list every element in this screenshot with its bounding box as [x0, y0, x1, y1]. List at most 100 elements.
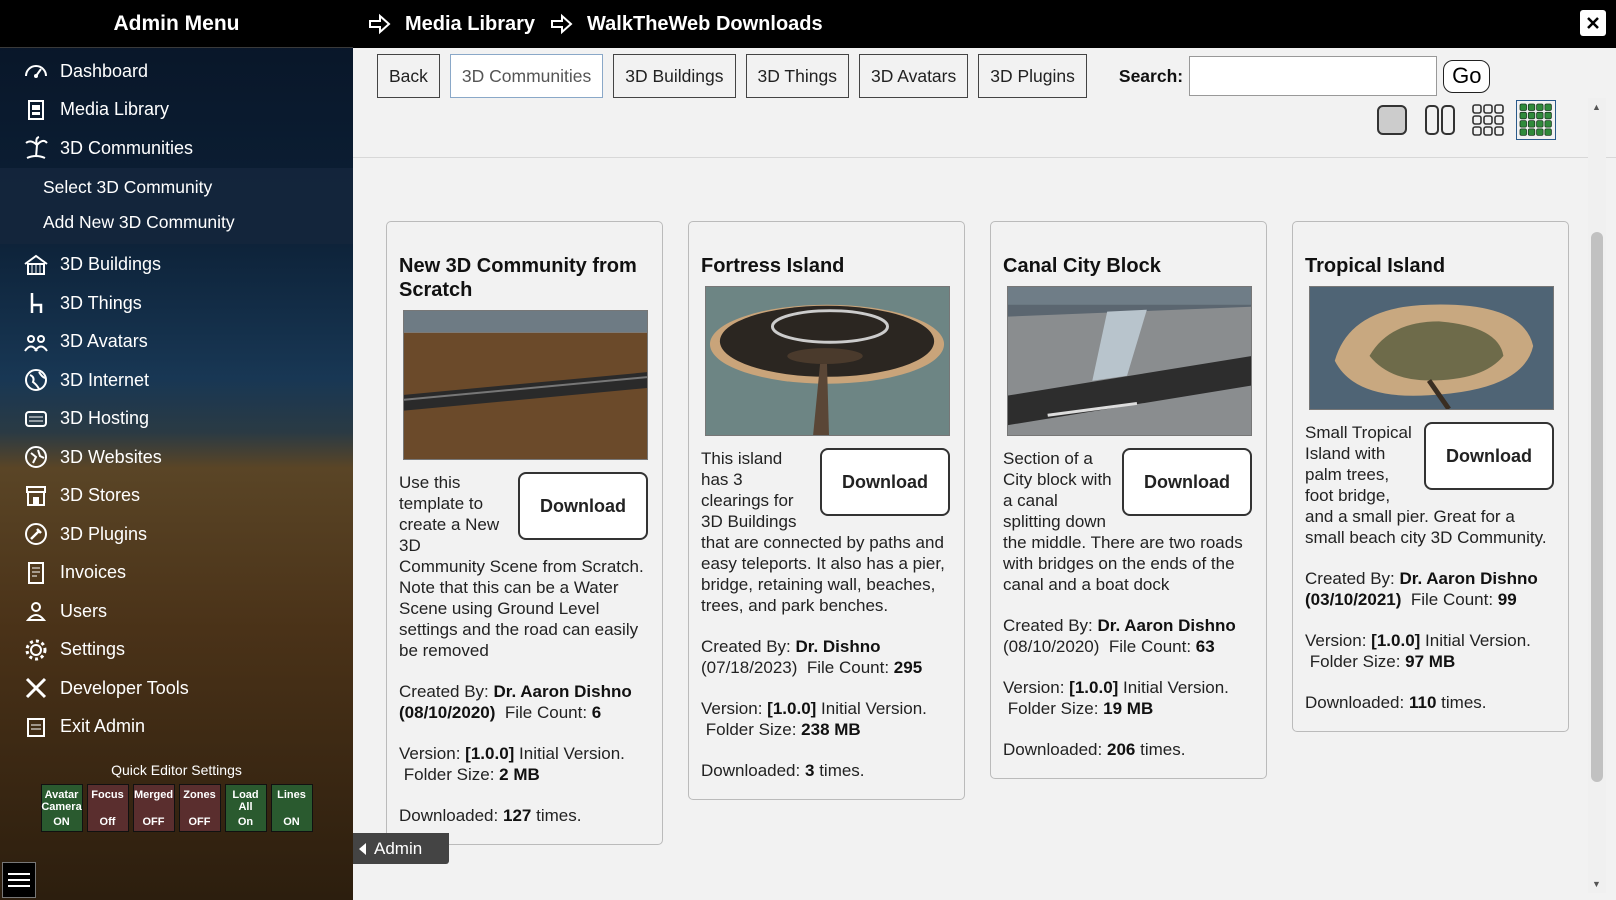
sidebar-item-label: Dashboard — [60, 60, 149, 81]
plugin-icon — [22, 520, 50, 548]
card-version: [1.0.0] — [1069, 678, 1119, 697]
scroll-up-icon[interactable]: ▲ — [1592, 102, 1601, 112]
sidebar-menu: Dashboard Media Library 3D Communities — [0, 48, 353, 168]
sidebar-item-developer-tools[interactable]: Developer Tools — [0, 669, 353, 708]
card-file-count: 99 — [1497, 590, 1517, 609]
sidebar-item-dashboard[interactable]: Dashboard — [0, 52, 353, 91]
arrow-right-icon — [369, 13, 391, 35]
quick-focus-toggle[interactable]: Focus Off — [86, 784, 129, 832]
store-icon — [22, 482, 50, 510]
tab-3d-plugins[interactable]: 3D Plugins — [978, 54, 1087, 98]
grid-cell-icon — [1519, 103, 1527, 111]
hamburger-line-icon — [8, 873, 30, 875]
sidebar-item-3d-communities[interactable]: 3D Communities — [0, 129, 353, 168]
card-date: (08/10/2020) — [399, 703, 496, 722]
sidebar-item-3d-buildings[interactable]: 3D Buildings — [0, 246, 353, 285]
hamburger-line-icon — [8, 879, 30, 881]
sidebar-item-media-library[interactable]: Media Library — [0, 91, 353, 130]
grid-cell-icon — [1527, 120, 1536, 128]
grid-4-icon — [1519, 103, 1552, 136]
tab-3d-things[interactable]: 3D Things — [745, 54, 849, 98]
communities-submenu: Select 3D Community Add New 3D Community — [0, 167, 353, 244]
view-2-column-button[interactable] — [1422, 102, 1458, 138]
go-button[interactable]: Go — [1443, 59, 1491, 93]
sidebar-item-label: 3D Stores — [60, 485, 141, 506]
sidebar-item-label: Exit Admin — [60, 716, 146, 737]
card-thumbnail[interactable] — [1309, 286, 1554, 410]
card-thumbnail[interactable] — [1007, 286, 1252, 436]
view-1-column-button[interactable] — [1374, 102, 1410, 138]
sidebar-title: Admin Menu — [0, 0, 353, 48]
card-title: Fortress Island — [701, 255, 845, 277]
sidebar-item-label: Settings — [60, 639, 126, 660]
card-thumbnail[interactable] — [403, 310, 648, 460]
sidebar-item-settings[interactable]: Settings — [0, 631, 353, 670]
sidebar-item-3d-plugins[interactable]: 3D Plugins — [0, 515, 353, 554]
globe-icon — [22, 366, 50, 394]
back-button[interactable]: Back — [377, 54, 440, 98]
sidebar-subitem-add-community[interactable]: Add New 3D Community — [0, 205, 353, 240]
library-toolbar: Back 3D Communities 3D Buildings 3D Thin… — [353, 48, 1616, 158]
grid-cell-icon — [1536, 120, 1544, 128]
card-download-count: 3 — [804, 761, 815, 780]
sidebar-item-3d-things[interactable]: 3D Things — [0, 284, 353, 323]
card-folder-size: 2 MB — [499, 765, 540, 784]
card-date: (03/10/2021) — [1305, 590, 1402, 609]
sidebar-item-3d-stores[interactable]: 3D Stores — [0, 477, 353, 516]
sidebar-item-3d-internet[interactable]: 3D Internet — [0, 361, 353, 400]
avatars-icon — [22, 328, 50, 356]
grid-cell-icon — [1544, 111, 1552, 120]
download-button[interactable]: Download — [1424, 422, 1554, 490]
admin-toggle-tab[interactable]: Admin — [353, 833, 449, 864]
download-cards: New 3D Community from Scratch Download U… — [386, 221, 1569, 845]
grid-cell-icon — [1536, 128, 1544, 136]
search-input[interactable] — [1189, 56, 1438, 96]
download-button[interactable]: Download — [518, 472, 648, 540]
view-4-column-button[interactable] — [1516, 100, 1556, 140]
close-button[interactable] — [1580, 10, 1606, 36]
download-button[interactable]: Download — [820, 448, 950, 516]
grid-cell-icon — [1536, 111, 1544, 120]
quick-merged-toggle[interactable]: Merged OFF — [132, 784, 175, 832]
sidebar-item-3d-websites[interactable]: 3D Websites — [0, 438, 353, 477]
card-version: [1.0.0] — [1371, 631, 1421, 650]
card-folder-size: 97 MB — [1405, 652, 1456, 671]
sidebar-item-3d-avatars[interactable]: 3D Avatars — [0, 323, 353, 362]
quick-lines-toggle[interactable]: Lines ON — [270, 784, 313, 832]
download-card: Canal City Block Download Section of a C… — [990, 221, 1267, 779]
exit-icon — [22, 713, 50, 741]
view-3-column-button[interactable] — [1470, 102, 1506, 138]
quick-load-all-toggle[interactable]: Load All On — [224, 784, 267, 832]
sidebar-item-3d-hosting[interactable]: 3D Hosting — [0, 400, 353, 439]
dashboard-icon — [22, 57, 50, 85]
admin-sidebar: Admin Menu Dashboard Media Library 3D Co… — [0, 0, 353, 900]
download-button[interactable]: Download — [1122, 448, 1252, 516]
grid-cell-icon — [1544, 103, 1552, 111]
sidebar-item-label: 3D Things — [60, 292, 142, 313]
breadcrumb-media-library[interactable]: Media Library — [405, 13, 535, 36]
sidebar-subitem-select-community[interactable]: Select 3D Community — [0, 170, 353, 205]
card-download-count: 110 — [1408, 693, 1437, 712]
grid-cell-icon — [1544, 128, 1552, 136]
quick-avatar-camera-toggle[interactable]: Avatar Camera ON — [40, 784, 83, 832]
card-thumbnail[interactable] — [705, 286, 950, 436]
sidebar-item-label: 3D Hosting — [60, 408, 150, 429]
sidebar-item-exit-admin[interactable]: Exit Admin — [0, 708, 353, 747]
sidebar-item-invoices[interactable]: Invoices — [0, 554, 353, 593]
sidebar-item-label: Users — [60, 600, 108, 621]
tab-3d-avatars[interactable]: 3D Avatars — [858, 54, 969, 98]
grid-cell-icon — [1519, 111, 1527, 120]
quick-zones-toggle[interactable]: Zones OFF — [178, 784, 221, 832]
sidebar-item-users[interactable]: Users — [0, 592, 353, 631]
quick-editor-settings: Quick Editor Settings Avatar Camera ON Fo… — [0, 762, 353, 832]
websites-icon — [22, 443, 50, 471]
tools-icon — [22, 674, 50, 702]
hamburger-menu-button[interactable] — [2, 862, 36, 898]
vertical-scrollbar[interactable]: ▲ ▼ — [1588, 98, 1606, 893]
scrollbar-thumb[interactable] — [1591, 232, 1603, 782]
tab-3d-communities[interactable]: 3D Communities — [449, 54, 604, 98]
download-cards-area: New 3D Community from Scratch Download U… — [353, 159, 1581, 900]
card-meta: Created By: Dr. Aaron Dishno (08/10/2020… — [399, 682, 632, 722]
tab-3d-buildings[interactable]: 3D Buildings — [613, 54, 736, 98]
scroll-down-icon[interactable]: ▼ — [1592, 879, 1601, 889]
